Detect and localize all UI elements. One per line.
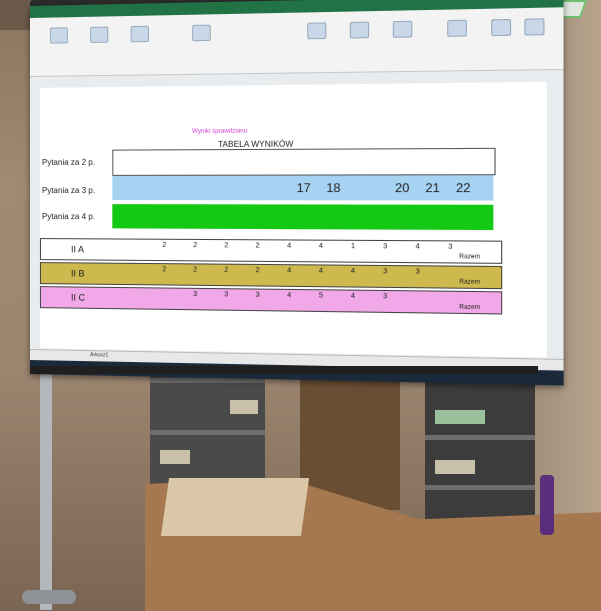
desk-mat <box>160 478 310 536</box>
row-band-2p <box>112 147 496 176</box>
tab-arkusz1[interactable]: Arkusz1 <box>90 352 108 358</box>
total-label: Razem <box>459 254 481 261</box>
class-row-a: II A 2 2 2 2 4 4 1 3 4 3 Razem <box>39 238 503 264</box>
find-icon[interactable] <box>524 18 545 36</box>
class-label: II C <box>70 292 86 303</box>
score: 1 <box>350 242 356 251</box>
spreadsheet-grid[interactable]: Wyniki sprawdzianu TABELA WYNIKÓW Pytani… <box>39 81 547 358</box>
score: 4 <box>350 267 356 276</box>
shelf-plank <box>150 378 265 383</box>
books <box>435 460 475 474</box>
sort-icon[interactable] <box>491 18 512 37</box>
total-label: Razem <box>459 279 481 286</box>
score: 4 <box>318 242 324 250</box>
shelf-plank <box>150 430 265 435</box>
score: 3 <box>383 243 388 251</box>
row-band-4p <box>112 204 494 231</box>
class-label: II B <box>70 268 85 279</box>
score: 2 <box>162 266 167 274</box>
stand-base <box>22 590 76 604</box>
paste-icon[interactable] <box>49 27 68 44</box>
align-icon[interactable] <box>192 24 211 42</box>
question-number: 20 <box>394 180 410 196</box>
row-label-3p: Pytania za 3 p. <box>41 185 96 196</box>
cell-styles-icon[interactable] <box>392 20 413 38</box>
score: 4 <box>287 267 292 275</box>
insert-icon[interactable] <box>447 19 467 37</box>
score: 3 <box>193 290 198 299</box>
bold-icon[interactable] <box>90 26 109 43</box>
class-row-b: II B 2 2 2 2 4 4 4 3 3 Razem <box>39 262 503 290</box>
question-number: 17 <box>296 180 311 196</box>
score: 3 <box>448 243 453 251</box>
projector-screen-stand <box>40 370 52 610</box>
books <box>435 410 485 424</box>
question-number: 18 <box>326 180 341 196</box>
score: 4 <box>287 242 292 250</box>
score: 4 <box>350 292 356 301</box>
conditional-format-icon[interactable] <box>307 22 327 40</box>
question-number: 21 <box>425 180 440 196</box>
score: 3 <box>415 268 420 276</box>
excel-ribbon <box>30 7 564 77</box>
score: 2 <box>224 266 229 274</box>
books <box>230 400 258 414</box>
projected-excel-window: Wyniki sprawdzianu TABELA WYNIKÓW Pytani… <box>30 0 564 386</box>
score: 4 <box>415 243 420 251</box>
score: 2 <box>193 241 198 250</box>
class-row-c: II C 3 3 3 4 5 4 3 Razem <box>39 286 503 315</box>
format-table-icon[interactable] <box>349 21 370 39</box>
row-label-4p: Pytania za 4 p. <box>41 212 96 222</box>
score: 3 <box>255 291 260 299</box>
class-label: II A <box>70 244 85 255</box>
water-bottle <box>540 475 554 535</box>
bookshelf-left <box>150 360 265 490</box>
score: 5 <box>318 292 324 300</box>
shelf-plank <box>425 485 535 490</box>
score: 2 <box>193 266 198 274</box>
row-label-2p: Pytania za 2 p. <box>41 157 96 167</box>
score: 2 <box>224 242 229 250</box>
table-title: TABELA WYNIKÓW <box>218 139 294 150</box>
sheet-title: Wyniki sprawdzianu <box>192 128 248 135</box>
question-number: 22 <box>455 180 471 196</box>
score: 3 <box>383 268 388 276</box>
font-color-icon[interactable] <box>130 25 149 43</box>
score: 4 <box>318 267 324 275</box>
screen-bottom-bar <box>30 366 538 374</box>
score: 4 <box>287 291 292 300</box>
score: 2 <box>255 242 260 250</box>
score: 3 <box>383 293 388 301</box>
books <box>160 450 190 464</box>
shelf-plank <box>425 435 535 440</box>
score: 2 <box>255 266 260 275</box>
total-label: Razem <box>459 304 481 312</box>
score: 3 <box>224 291 229 299</box>
score: 2 <box>162 241 167 249</box>
